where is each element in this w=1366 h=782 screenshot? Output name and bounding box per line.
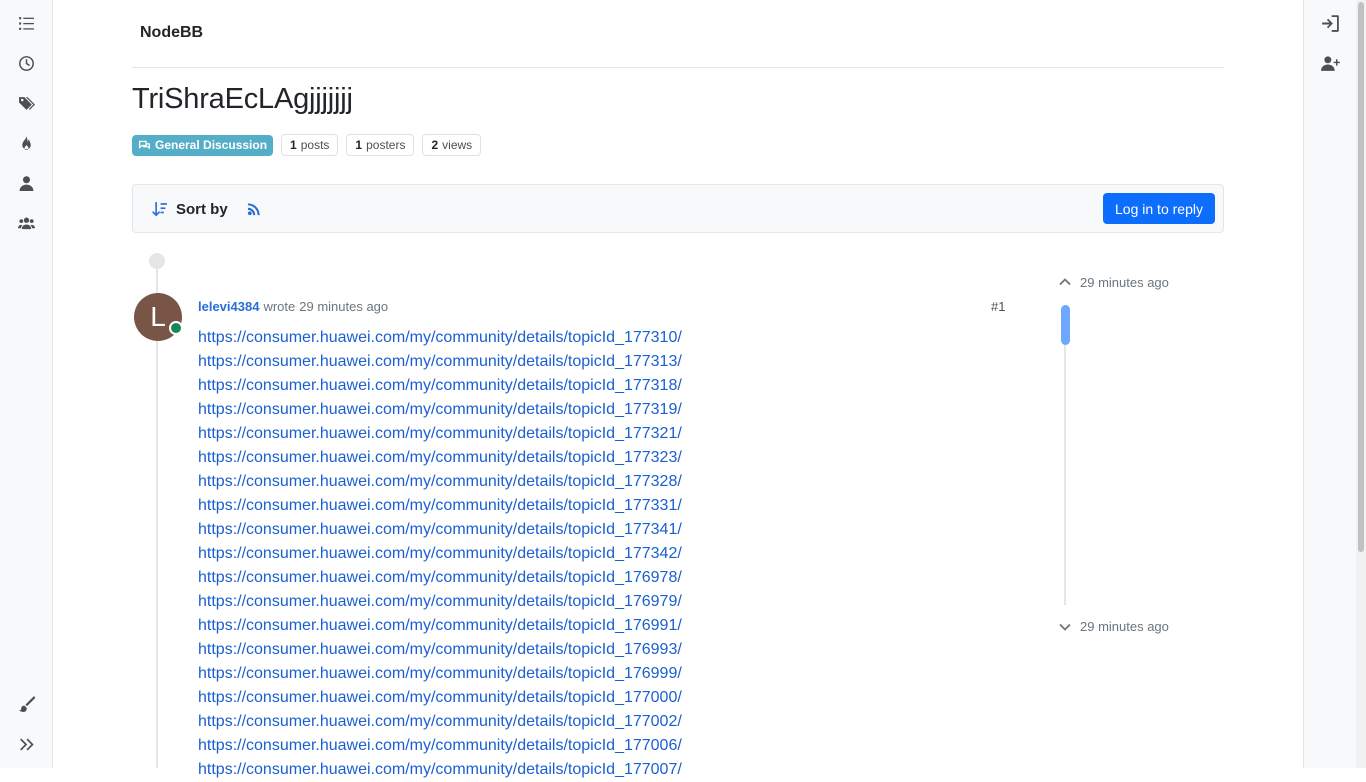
- sort-button[interactable]: Sort by: [151, 199, 228, 219]
- recent-icon[interactable]: [16, 53, 36, 73]
- login-to-reply-button[interactable]: Log in to reply: [1103, 193, 1215, 224]
- post-link[interactable]: https://consumer.huawei.com/my/community…: [198, 398, 1018, 422]
- posters-count: 1 posters: [346, 134, 415, 156]
- post-link[interactable]: https://consumer.huawei.com/my/community…: [198, 494, 1018, 518]
- popular-icon[interactable]: [16, 133, 36, 153]
- topic-title: TriShraEcLAgjjjjjjj: [132, 83, 353, 115]
- posts-count-label: posts: [300, 138, 330, 152]
- topic-toolbar: Sort by Log in to reply: [132, 184, 1224, 233]
- post-link[interactable]: https://consumer.huawei.com/my/community…: [198, 662, 1018, 686]
- posters-count-value: 1: [355, 138, 363, 152]
- pager-up-chevron-icon[interactable]: [1058, 275, 1072, 289]
- users-icon[interactable]: [16, 173, 36, 193]
- post-wrote-label: wrote: [263, 299, 296, 314]
- post-author[interactable]: lelevi4384: [198, 299, 259, 314]
- skins-icon[interactable]: [16, 693, 36, 713]
- login-icon[interactable]: [1320, 13, 1340, 33]
- views-count-label: views: [442, 138, 473, 152]
- rss-icon[interactable]: [247, 201, 263, 217]
- online-status-dot: [169, 321, 183, 335]
- topic-meta: General Discussion 1 posts 1 posters 2 v…: [132, 134, 482, 156]
- views-count-value: 2: [431, 138, 439, 152]
- tags-icon[interactable]: [16, 93, 36, 113]
- category-badge[interactable]: General Discussion: [132, 134, 274, 156]
- post-link[interactable]: https://consumer.huawei.com/my/community…: [198, 518, 1018, 542]
- post-link[interactable]: https://consumer.huawei.com/my/community…: [198, 638, 1018, 662]
- pager-track[interactable]: [1064, 305, 1066, 605]
- post-link[interactable]: https://consumer.huawei.com/my/community…: [198, 542, 1018, 566]
- right-sidebar: [1303, 0, 1356, 768]
- post-link[interactable]: https://consumer.huawei.com/my/community…: [198, 710, 1018, 734]
- comments-icon: [138, 140, 151, 149]
- post-link[interactable]: https://consumer.huawei.com/my/community…: [198, 470, 1018, 494]
- register-icon[interactable]: [1320, 53, 1340, 73]
- header-divider: [132, 67, 1224, 68]
- brand-title[interactable]: NodeBB: [140, 24, 203, 42]
- groups-icon[interactable]: [16, 213, 36, 233]
- posts-count-value: 1: [290, 138, 297, 152]
- post-link[interactable]: https://consumer.huawei.com/my/community…: [198, 734, 1018, 758]
- post-link[interactable]: https://consumer.huawei.com/my/community…: [198, 350, 1018, 374]
- post-link[interactable]: https://consumer.huawei.com/my/community…: [198, 590, 1018, 614]
- views-count: 2 views: [422, 134, 482, 156]
- post-link[interactable]: https://consumer.huawei.com/my/community…: [198, 374, 1018, 398]
- post-header: lelevi4384 wrote 29 minutes ago: [198, 299, 388, 314]
- post-link[interactable]: https://consumer.huawei.com/my/community…: [198, 566, 1018, 590]
- page-scrollbar-thumb[interactable]: [1358, 2, 1364, 552]
- post-link[interactable]: https://consumer.huawei.com/my/community…: [198, 686, 1018, 710]
- pager-bottom-time[interactable]: 29 minutes ago: [1080, 619, 1169, 634]
- post-content: https://consumer.huawei.com/my/community…: [198, 326, 1018, 782]
- pager-down-chevron-icon[interactable]: [1058, 620, 1072, 634]
- post-link[interactable]: https://consumer.huawei.com/my/community…: [198, 446, 1018, 470]
- post-link[interactable]: https://consumer.huawei.com/my/community…: [198, 614, 1018, 638]
- post-link[interactable]: https://consumer.huawei.com/my/community…: [198, 758, 1018, 782]
- pager-top-time[interactable]: 29 minutes ago: [1080, 275, 1169, 290]
- post-timestamp[interactable]: 29 minutes ago: [299, 299, 388, 314]
- categories-icon[interactable]: [16, 13, 36, 33]
- posters-count-label: posters: [366, 138, 406, 152]
- post-index[interactable]: #1: [991, 299, 1005, 314]
- left-sidebar: [0, 0, 53, 768]
- posts-count: 1 posts: [281, 134, 339, 156]
- sort-label: Sort by: [176, 200, 228, 218]
- expand-icon[interactable]: [16, 734, 36, 754]
- timeline-start-dot: [149, 253, 165, 269]
- pager-thumb[interactable]: [1061, 305, 1070, 345]
- post-link[interactable]: https://consumer.huawei.com/my/community…: [198, 422, 1018, 446]
- category-label: General Discussion: [155, 138, 268, 152]
- sort-icon: [152, 201, 167, 216]
- post-link[interactable]: https://consumer.huawei.com/my/community…: [198, 326, 1018, 350]
